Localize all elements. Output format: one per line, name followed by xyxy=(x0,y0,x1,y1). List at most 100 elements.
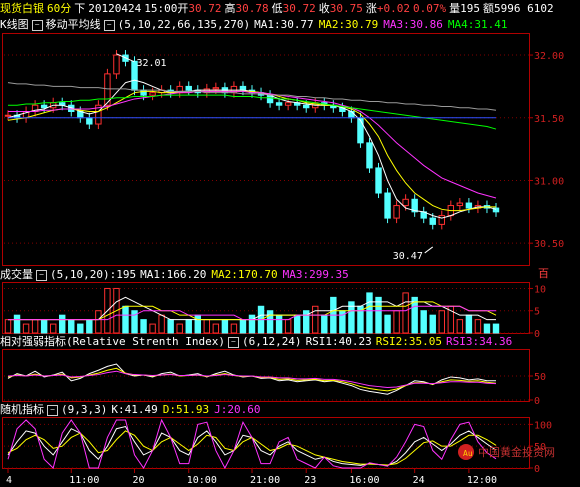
candle-body xyxy=(384,192,391,219)
candle-body xyxy=(239,85,247,91)
volume-bar xyxy=(429,314,436,334)
candle-body xyxy=(185,85,192,91)
volume-tick-label: 10 xyxy=(534,284,546,295)
rsi-rsi3-line xyxy=(7,370,497,389)
watermark-text: 中国黄金投资网 xyxy=(478,445,555,459)
x-tick-label: 12:00 xyxy=(467,475,497,486)
candle-body xyxy=(275,102,283,106)
volume-bar xyxy=(95,310,102,334)
volume-bar xyxy=(266,310,274,334)
candle-body xyxy=(456,202,464,207)
kdj-tick-label: 100 xyxy=(534,420,552,431)
extreme-label: 30.47 xyxy=(393,251,423,262)
volume-bar xyxy=(384,314,391,334)
x-tick-label: 24 xyxy=(413,475,425,486)
volume-bar xyxy=(465,314,473,334)
volume-bar xyxy=(122,305,129,334)
volume-bar xyxy=(393,310,400,334)
candle-body xyxy=(438,215,445,225)
price-chart: 32.01 30.47 xyxy=(4,50,500,262)
candle-body xyxy=(113,54,120,75)
volume-bar xyxy=(420,310,427,334)
candle-body xyxy=(402,198,409,207)
kdj-tick-label: 0 xyxy=(534,464,540,475)
candle-body xyxy=(357,117,364,144)
volume-bar xyxy=(212,323,220,334)
volume-bar xyxy=(239,319,247,334)
candle-body xyxy=(375,167,382,194)
x-tick-label: 10:00 xyxy=(187,475,217,486)
price-tick-label: 31.50 xyxy=(534,114,564,125)
rsi-rsi1-line xyxy=(7,363,496,395)
kdj-chart xyxy=(7,418,497,470)
candle-body xyxy=(86,117,93,125)
volume-bar xyxy=(275,314,283,334)
candle-body xyxy=(429,217,436,225)
volume-bar xyxy=(31,319,39,334)
volume-bar xyxy=(456,319,464,334)
volume-bar xyxy=(203,319,211,334)
volume-bar xyxy=(248,314,256,334)
volume-bar xyxy=(86,319,93,334)
volume-bar xyxy=(185,319,192,334)
volume-bar xyxy=(221,319,229,334)
volume-bar xyxy=(194,314,201,334)
kdj-panel-frame xyxy=(2,417,530,469)
volume-bar xyxy=(483,323,491,334)
volume-bar xyxy=(321,314,328,334)
price-tick-label: 31.00 xyxy=(534,176,564,187)
volume-bar xyxy=(49,323,57,334)
extreme-pointer xyxy=(424,246,434,254)
x-tick-label: 4 xyxy=(6,475,12,486)
price-panel-frame xyxy=(2,33,530,266)
volume-bar xyxy=(375,296,382,334)
candle-body xyxy=(4,114,12,117)
panel-frames xyxy=(2,33,530,469)
volume-bar xyxy=(77,323,84,334)
ma-line-ma1 xyxy=(7,79,497,219)
extreme-label: 32.01 xyxy=(136,58,166,69)
volume-tick-label: 0 xyxy=(534,329,540,340)
volume-bar xyxy=(167,319,174,334)
volume-unit-label: 百 xyxy=(538,267,549,280)
price-tick-label: 30.50 xyxy=(534,239,564,250)
volume-bar xyxy=(366,292,373,334)
candle-body xyxy=(149,92,156,96)
volume-bar xyxy=(149,323,156,334)
volume-tick-label: 5 xyxy=(534,307,540,318)
volume-bar xyxy=(474,319,482,334)
x-tick-label: 11:00 xyxy=(69,475,99,486)
candle-body xyxy=(140,89,147,96)
volume-bar xyxy=(230,323,238,334)
volume-bar xyxy=(68,319,75,334)
volume-bar xyxy=(402,292,409,334)
price-tick-label: 32.00 xyxy=(534,51,564,62)
volume-bar xyxy=(22,323,30,334)
volume-bar xyxy=(438,310,445,334)
volume-bar xyxy=(492,323,500,334)
ma-line-ma3 xyxy=(8,90,497,199)
candle-body xyxy=(40,104,48,109)
volume-bar xyxy=(59,314,66,334)
logo-glyph: Au xyxy=(463,449,473,458)
candle-body xyxy=(212,87,220,90)
volume-bar xyxy=(40,319,48,334)
candle-body xyxy=(465,202,473,209)
candle-body xyxy=(366,142,373,169)
volume-bar xyxy=(158,314,165,334)
x-tick-label: 23 xyxy=(304,475,316,486)
chart-canvas[interactable]: 32.0130.47 30.5031.0031.5032.00051005005… xyxy=(0,0,580,487)
volume-bar xyxy=(140,319,147,334)
volume-bar xyxy=(13,314,21,334)
volume-bar xyxy=(284,319,292,334)
rsi-panel-frame xyxy=(2,349,530,402)
volume-bar xyxy=(176,323,183,334)
candle-body xyxy=(284,102,292,106)
x-tick-label: 16:00 xyxy=(349,475,379,486)
x-tick-label: 21:00 xyxy=(250,475,280,486)
candle-body xyxy=(348,110,355,119)
rsi-tick-label: 50 xyxy=(534,372,546,383)
rsi-chart xyxy=(7,363,497,395)
volume-bar xyxy=(293,314,301,334)
candle-body xyxy=(393,205,400,219)
